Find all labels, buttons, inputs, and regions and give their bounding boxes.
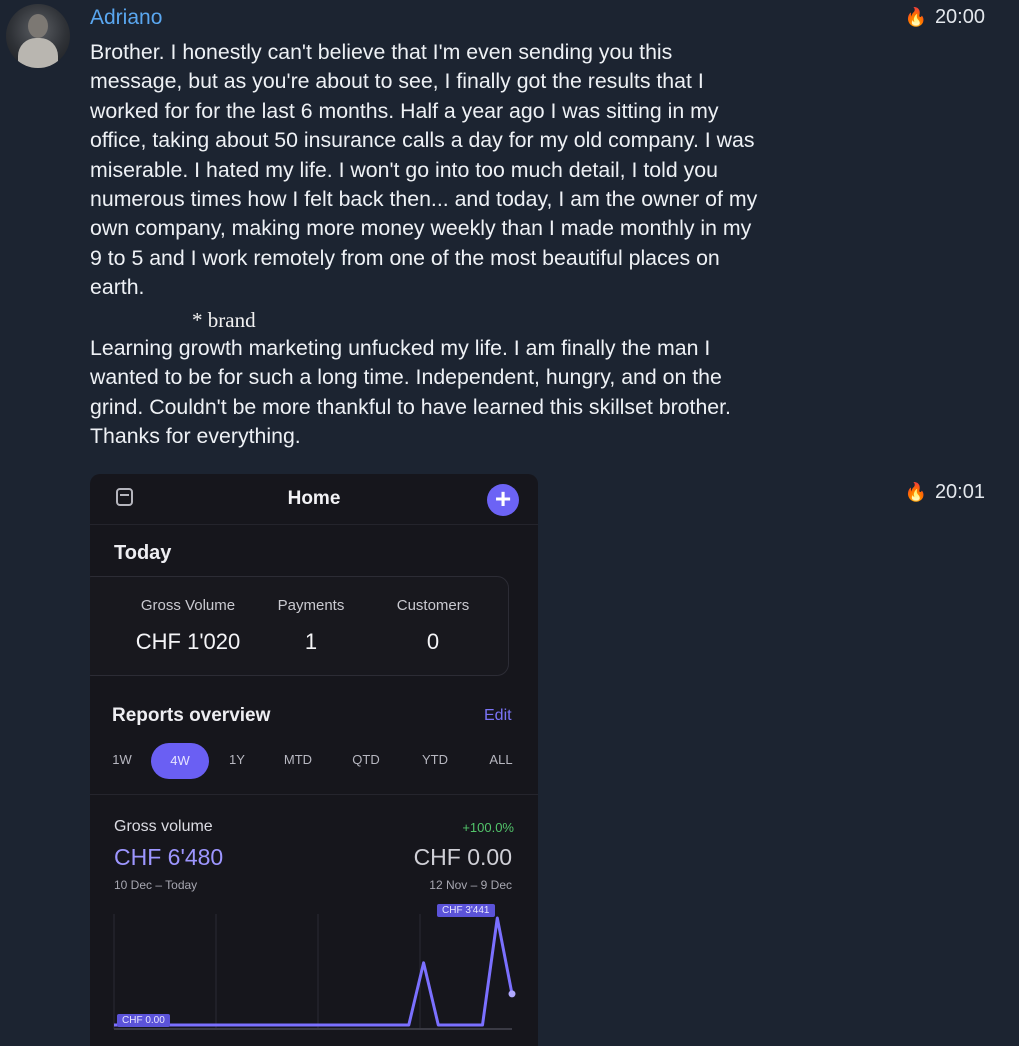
period-qtd: QTD bbox=[352, 752, 380, 767]
gross-volume-change: +100.0% bbox=[462, 820, 514, 835]
timestamp-1: 20:00 bbox=[934, 6, 985, 28]
message-time-1: 🔥 20:00 bbox=[905, 6, 985, 29]
attached-screenshot[interactable]: Home + Today Gross Volume CHF 1'020 Paym… bbox=[90, 474, 538, 1046]
handwritten-note: * brand bbox=[192, 308, 256, 332]
period-ytd: YTD bbox=[422, 752, 448, 767]
stat-label: Customers bbox=[396, 597, 470, 614]
stats-card: Gross Volume CHF 1'020 Payments 1 Custom… bbox=[90, 576, 509, 676]
gross-volume-label: Gross volume bbox=[114, 818, 213, 835]
gross-volume-previous: CHF 0.00 bbox=[413, 844, 512, 870]
period-4w: 4W bbox=[151, 743, 209, 779]
period-all: ALL bbox=[489, 752, 513, 767]
gross-volume-series-line bbox=[114, 916, 514, 1027]
chart-baseline-label: CHF 0.00 bbox=[117, 1014, 170, 1027]
avatar-body bbox=[18, 38, 58, 68]
message-text: Brother. I honestly can't believe that I… bbox=[90, 40, 758, 300]
reports-heading: Reports overview bbox=[112, 705, 271, 726]
sender-avatar[interactable] bbox=[6, 4, 70, 68]
period-mtd: MTD bbox=[283, 752, 313, 767]
period-1w: 1W bbox=[112, 752, 132, 767]
stat-value: 1 bbox=[304, 629, 318, 654]
stat-label: Payments bbox=[277, 597, 345, 614]
app-topbar: Home + bbox=[90, 474, 538, 525]
message-text-2: Learning growth marketing unfucked my li… bbox=[90, 336, 731, 449]
period-1y: 1Y bbox=[229, 752, 245, 767]
series-endpoint bbox=[508, 990, 516, 998]
fire-icon[interactable]: 🔥 bbox=[905, 7, 927, 28]
divider bbox=[90, 794, 538, 795]
sender-name[interactable]: Adriano bbox=[90, 6, 162, 30]
app-title: Home bbox=[287, 488, 341, 509]
timestamp-2: 20:01 bbox=[934, 481, 985, 503]
stat-value: CHF 1'020 bbox=[135, 629, 241, 654]
gross-volume-range: 10 Dec – Today bbox=[114, 878, 198, 892]
gross-volume-previous-range: 12 Nov – 9 Dec bbox=[429, 878, 512, 892]
message-time-2: 🔥 20:01 bbox=[905, 481, 985, 504]
today-heading: Today bbox=[114, 542, 172, 564]
stat-label: Gross Volume bbox=[140, 597, 236, 614]
stat-value: 0 bbox=[426, 629, 440, 654]
add-icon: + bbox=[487, 484, 519, 516]
fire-icon[interactable]: 🔥 bbox=[905, 482, 927, 503]
avatar-head bbox=[28, 14, 48, 38]
gross-volume-value: CHF 6'480 bbox=[114, 844, 224, 870]
edit-link: Edit bbox=[484, 707, 512, 724]
chart-peak-label: CHF 3'441 bbox=[437, 904, 495, 917]
